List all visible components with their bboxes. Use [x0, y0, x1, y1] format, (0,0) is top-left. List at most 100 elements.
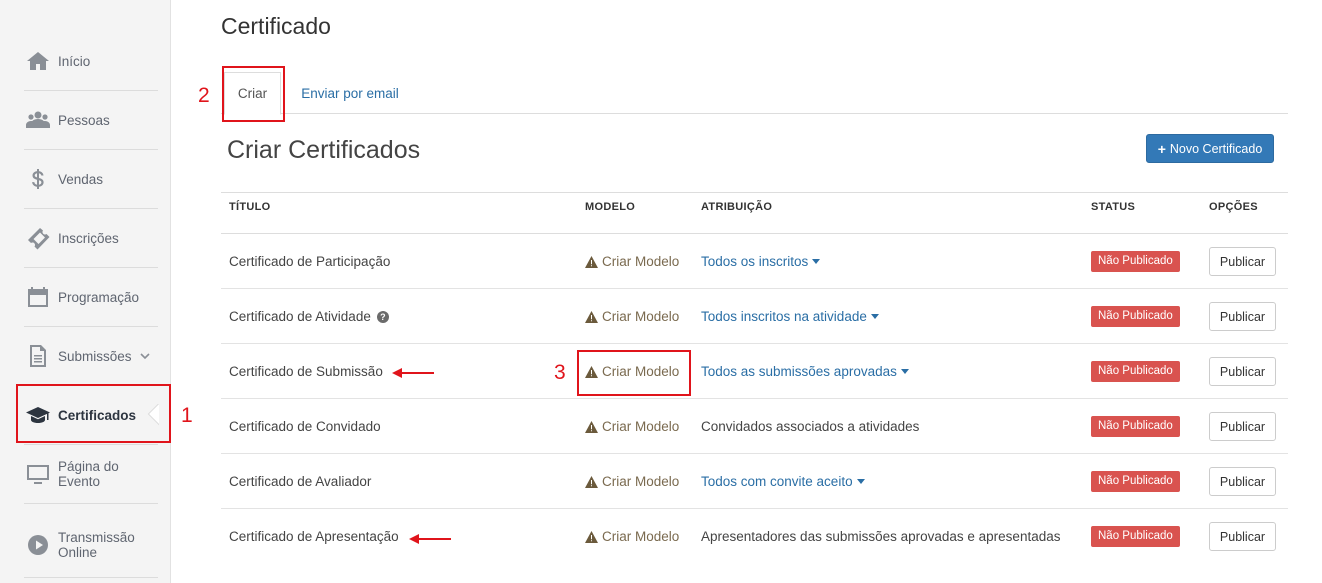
dollar-icon [24, 165, 52, 193]
publish-button[interactable]: Publicar [1209, 467, 1276, 496]
create-model-link[interactable]: Criar Modelo [585, 509, 679, 564]
caret-down-icon [900, 369, 909, 374]
column-header-options: OPÇÕES [1209, 201, 1258, 213]
attribution-dropdown[interactable]: Todos os inscritos [701, 234, 821, 289]
annotation-arrow-submissao [392, 368, 434, 378]
section-title: Criar Certificados [227, 136, 421, 164]
plus-icon: + [1157, 140, 1166, 157]
sidebar-item-certificados[interactable]: Certificados [24, 386, 158, 445]
sidebar-item-label: Programação [58, 289, 140, 305]
attribution-dropdown[interactable]: Todos com convite aceito [701, 454, 865, 509]
publish-button[interactable]: Publicar [1209, 412, 1276, 441]
options-cell: Publicar [1209, 344, 1276, 399]
sidebar-item-submissoes[interactable]: Submissões [24, 327, 158, 386]
status-badge: Não Publicado [1091, 361, 1180, 382]
status-cell: Não Publicado [1091, 289, 1180, 344]
help-icon[interactable]: ? [376, 310, 389, 323]
create-model-label: Criar Modelo [602, 254, 680, 269]
new-certificate-label: Novo Certificado [1169, 141, 1263, 156]
attribution-label: Todos com convite aceito [701, 474, 853, 489]
sidebar-item-vendas[interactable]: Vendas [24, 150, 158, 209]
play-icon [24, 531, 52, 559]
status-badge: Não Publicado [1091, 251, 1180, 272]
people-icon [24, 106, 52, 134]
table-row: Certificado de Apresentação Criar Modelo… [221, 509, 1288, 564]
publish-button[interactable]: Publicar [1209, 302, 1276, 331]
active-indicator [147, 404, 159, 426]
certificate-title: Certificado de Participação [229, 254, 391, 269]
create-model-label: Criar Modelo [602, 529, 680, 544]
annotation-number-1: 1 [181, 404, 193, 427]
certificate-title-cell: Certificado de Atividade ? [229, 289, 389, 344]
status-cell: Não Publicado [1091, 344, 1180, 399]
status-cell: Não Publicado [1091, 454, 1180, 509]
warning-icon [585, 365, 598, 378]
table-row: Certificado de Avaliador Criar Modelo To… [221, 454, 1288, 509]
tab-enviar-por-email[interactable]: Enviar por email [293, 72, 407, 114]
graduation-cap-icon [24, 401, 52, 429]
attribution-dropdown[interactable]: Todos inscritos na atividade [701, 289, 879, 344]
annotation-number-3: 3 [554, 361, 566, 384]
document-icon [24, 342, 52, 370]
attribution-dropdown[interactable]: Todos as submissões aprovadas [701, 344, 909, 399]
status-badge: Não Publicado [1091, 471, 1180, 492]
warning-icon [585, 475, 598, 488]
sidebar-item-label: Certificados [58, 407, 137, 423]
sidebar-item-label: Pessoas [58, 112, 110, 128]
table-row: Certificado de Convidado Criar Modelo Co… [221, 399, 1288, 454]
certificate-title: Certificado de Convidado [229, 419, 381, 434]
create-model-link[interactable]: Criar Modelo [585, 289, 679, 344]
calendar-icon [24, 283, 52, 311]
sidebar-item-pessoas[interactable]: Pessoas [24, 91, 158, 150]
options-cell: Publicar [1209, 509, 1276, 564]
sidebar-item-label: Página do Evento [58, 459, 119, 489]
attribution-text: Apresentadores das submissões aprovadas … [701, 529, 1061, 544]
new-certificate-button[interactable]: + Novo Certificado [1146, 134, 1274, 163]
publish-button[interactable]: Publicar [1209, 247, 1276, 276]
status-cell: Não Publicado [1091, 509, 1180, 564]
publish-button[interactable]: Publicar [1209, 357, 1276, 386]
create-model-link[interactable]: Criar Modelo [585, 344, 679, 399]
certificate-title: Certificado de Submissão [229, 364, 383, 379]
options-cell: Publicar [1209, 454, 1276, 509]
attribution-label: Todos inscritos na atividade [701, 309, 867, 324]
status-badge: Não Publicado [1091, 526, 1180, 547]
tab-bar: Criar Enviar por email [221, 72, 1288, 115]
status-badge: Não Publicado [1091, 416, 1180, 437]
create-model-label: Criar Modelo [602, 364, 680, 379]
sidebar-item-label: Vendas [58, 171, 104, 187]
status-badge: Não Publicado [1091, 306, 1180, 327]
annotation-arrow-apresentacao [409, 534, 451, 544]
home-icon [24, 47, 52, 75]
column-header-model: MODELO [585, 201, 636, 213]
options-cell: Publicar [1209, 234, 1276, 289]
create-model-label: Criar Modelo [602, 474, 680, 489]
column-header-status: STATUS [1091, 201, 1136, 213]
sidebar-item-pagina-do-evento[interactable]: Página do Evento [24, 445, 158, 504]
sidebar: Início Pessoas Vendas Inscrições Program… [0, 0, 171, 583]
table-row: Certificado de Atividade ? Criar Modelo … [221, 289, 1288, 344]
tab-criar[interactable]: Criar [224, 72, 281, 115]
column-header-title: TÍTULO [229, 201, 271, 213]
table-row: Certificado de Participação Criar Modelo… [221, 234, 1288, 289]
sidebar-item-inicio[interactable]: Início [24, 32, 158, 91]
create-model-link[interactable]: Criar Modelo [585, 399, 679, 454]
sidebar-item-inscricoes[interactable]: Inscrições [24, 209, 158, 268]
status-cell: Não Publicado [1091, 234, 1180, 289]
sidebar-item-transmissao-online[interactable]: Transmissão Online [24, 513, 158, 578]
warning-icon [585, 310, 598, 323]
annotation-number-2: 2 [198, 84, 210, 107]
attribution-text: Convidados associados a atividades [701, 419, 920, 434]
certificate-title: Certificado de Avaliador [229, 474, 372, 489]
create-model-link[interactable]: Criar Modelo [585, 234, 679, 289]
chevron-down-icon[interactable] [139, 351, 150, 361]
create-model-link[interactable]: Criar Modelo [585, 454, 679, 509]
monitor-icon [24, 460, 52, 488]
sidebar-item-label: Transmissão Online [58, 530, 135, 560]
caret-down-icon [856, 479, 865, 484]
sidebar-item-programacao[interactable]: Programação [24, 268, 158, 327]
certificate-title: Certificado de Atividade [229, 309, 371, 324]
certificate-title: Certificado de Apresentação [229, 529, 399, 544]
publish-button[interactable]: Publicar [1209, 522, 1276, 551]
warning-icon [585, 530, 598, 543]
